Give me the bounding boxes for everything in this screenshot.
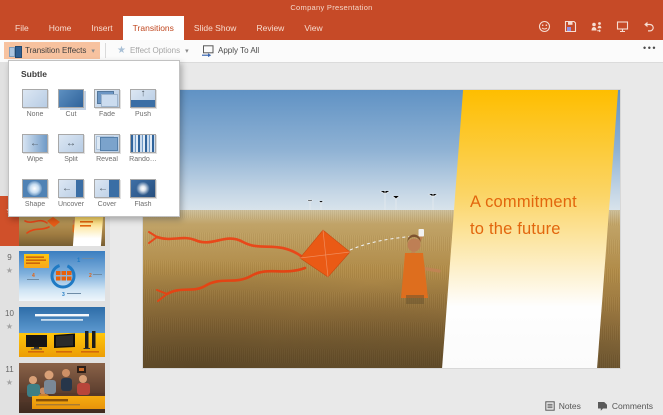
present-icon[interactable] <box>616 20 629 33</box>
slide-title-line1: A commitment <box>470 189 577 216</box>
tab-review[interactable]: Review <box>246 16 294 40</box>
slide-number: 11 <box>0 365 19 375</box>
titlebar-icons <box>538 20 655 33</box>
slide-gutter: 9 ★ <box>0 251 19 301</box>
random-bars-transition-icon <box>130 134 156 153</box>
transition-option-cover[interactable]: ← Cover <box>89 179 125 208</box>
slide-item-11[interactable]: 11 ★ <box>0 363 110 413</box>
slide-item-10[interactable]: 10 ★ <box>0 307 110 357</box>
powerpoint-app: Company Presentation File Home Insert Tr… <box>0 0 663 415</box>
dropdown-caret-icon: ▾ <box>185 47 189 55</box>
transition-effects-button[interactable]: Transition Effects ▾ <box>4 42 100 59</box>
transitions-dropdown-panel: Subtle None Cut Fade ↑ Push <box>8 60 180 217</box>
transition-option-flash[interactable]: Flash <box>125 179 161 208</box>
slide-gutter: 11 ★ <box>0 363 19 413</box>
save-icon[interactable] <box>564 20 577 33</box>
tab-home[interactable]: Home <box>39 16 82 40</box>
transition-star-icon: ★ <box>0 323 19 331</box>
wipe-transition-icon: ← <box>22 134 48 153</box>
toolbar-overflow-button[interactable]: ••• <box>643 43 657 53</box>
transition-option-random-bars[interactable]: Rando… <box>125 134 161 163</box>
share-icon[interactable] <box>590 20 603 33</box>
window-title: Company Presentation <box>0 3 663 12</box>
transitions-grid: None Cut Fade ↑ Push ← Wipe <box>17 89 161 224</box>
apply-to-all-button[interactable]: Apply To All <box>196 42 264 59</box>
slide-number: 10 <box>0 309 19 319</box>
slide-title-text[interactable]: A commitment to the future <box>470 189 577 243</box>
status-bar: Notes Comments <box>545 401 653 411</box>
smiley-feedback-icon[interactable] <box>538 20 551 33</box>
transition-effects-icon <box>9 46 21 56</box>
svg-text:2: 2 <box>89 273 92 279</box>
uncover-transition-icon: ← <box>58 179 84 198</box>
slide-number: 9 <box>0 253 19 263</box>
transition-option-push[interactable]: ↑ Push <box>125 89 161 118</box>
notes-label: Notes <box>559 401 581 411</box>
svg-text:4: 4 <box>32 273 35 279</box>
shape-transition-icon <box>22 179 48 198</box>
products-slide-thumbnail[interactable] <box>19 307 105 357</box>
split-transition-icon: ↔ <box>58 134 84 153</box>
star-icon: ★ <box>117 46 126 56</box>
fade-transition-icon <box>94 89 120 108</box>
comments-label: Comments <box>612 401 653 411</box>
family-slide-thumbnail[interactable] <box>19 363 105 413</box>
transition-option-uncover[interactable]: ← Uncover <box>53 179 89 208</box>
none-transition-icon <box>22 89 48 108</box>
notes-button[interactable]: Notes <box>545 401 581 411</box>
slide-title-line2: to the future <box>470 216 577 243</box>
tab-slide-show[interactable]: Slide Show <box>184 16 247 40</box>
cover-transition-icon: ← <box>94 179 120 198</box>
comments-button[interactable]: Comments <box>597 401 653 411</box>
toolbar-divider <box>105 43 106 58</box>
slide-item-9[interactable]: 9 ★ <box>0 251 110 301</box>
transition-star-icon: ★ <box>0 379 19 387</box>
apply-to-all-icon <box>201 45 214 57</box>
tab-insert[interactable]: Insert <box>81 16 122 40</box>
effect-options-button[interactable]: ★ Effect Options ▾ <box>112 42 194 59</box>
notes-icon <box>545 401 555 411</box>
slide-canvas[interactable]: A commitment to the future <box>143 90 620 368</box>
tab-file[interactable]: File <box>5 16 39 40</box>
transition-star-icon: ★ <box>0 267 19 275</box>
push-transition-icon: ↑ <box>130 89 156 108</box>
slide-gutter: 10 ★ <box>0 307 19 357</box>
svg-text:3: 3 <box>62 292 65 298</box>
transition-option-cut[interactable]: Cut <box>53 89 89 118</box>
transition-option-wipe[interactable]: ← Wipe <box>17 134 53 163</box>
transition-option-fade[interactable]: Fade <box>89 89 125 118</box>
effect-options-label: Effect Options <box>130 46 180 55</box>
infographic-slide-thumbnail[interactable]: 1 2 3 4 <box>19 251 105 301</box>
transition-option-none[interactable]: None <box>17 89 53 118</box>
reveal-transition-icon <box>94 134 120 153</box>
tab-view[interactable]: View <box>294 16 332 40</box>
comments-icon <box>597 401 608 411</box>
apply-to-all-label: Apply To All <box>218 46 259 55</box>
transition-option-reveal[interactable]: Reveal <box>89 134 125 163</box>
dropdown-caret-icon: ▾ <box>91 47 95 55</box>
transition-group-title: Subtle <box>21 69 47 79</box>
transition-effects-label: Transition Effects <box>25 46 86 55</box>
flash-transition-icon <box>130 179 156 198</box>
titlebar: Company Presentation File Home Insert Tr… <box>0 0 663 40</box>
transition-option-split[interactable]: ↔ Split <box>53 134 89 163</box>
transition-option-shape[interactable]: Shape <box>17 179 53 208</box>
tab-transitions[interactable]: Transitions <box>123 16 184 40</box>
ribbon-tabs: File Home Insert Transitions Slide Show … <box>5 16 333 40</box>
undo-icon[interactable] <box>642 20 655 33</box>
cut-transition-icon <box>58 89 84 108</box>
